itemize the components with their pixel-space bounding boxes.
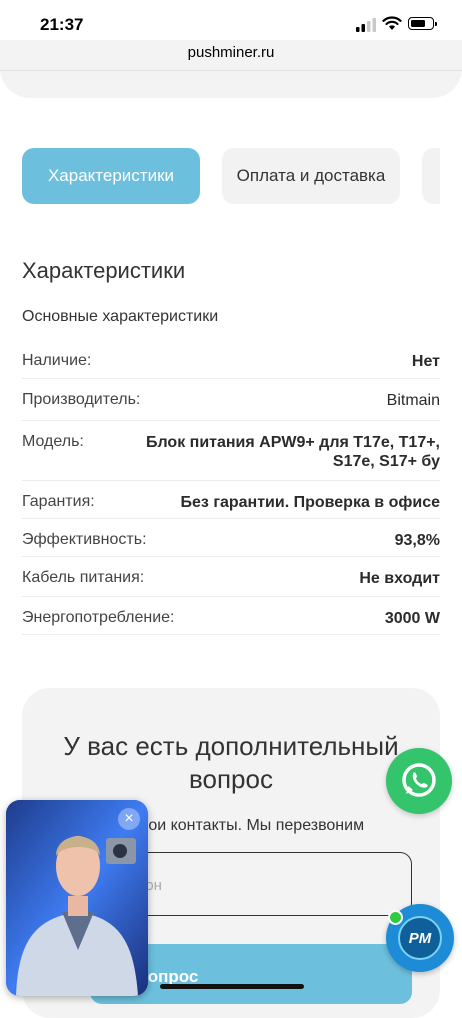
tab-payment-delivery[interactable]: Оплата и доставка	[222, 148, 400, 204]
spec-key: Эффективность:	[22, 531, 147, 548]
pm-logo: PM	[398, 916, 442, 960]
online-indicator	[388, 910, 403, 925]
whatsapp-icon	[402, 763, 436, 797]
pm-chat-button[interactable]: PM	[386, 904, 454, 972]
spec-key: Кабель питания:	[22, 569, 145, 586]
spec-value: 3000 W	[384, 610, 440, 627]
tabs-bar: Характеристики Оплата и доставка	[22, 148, 440, 204]
battery-icon	[408, 17, 437, 30]
status-time: 21:37	[40, 15, 84, 34]
spec-key: Производитель:	[22, 391, 141, 408]
spec-value: Нет	[411, 353, 440, 370]
specs-title: Характеристики	[22, 258, 186, 283]
spec-row-efficiency: Эффективность: 93,8%	[22, 519, 440, 557]
specs-table: Наличие: Нет Производитель: Bitmain Моде…	[22, 340, 440, 635]
url-bar[interactable]: pushminer.ru	[0, 44, 462, 70]
spec-key: Модель:	[22, 433, 84, 450]
spec-key: Гарантия:	[22, 493, 95, 510]
home-indicator	[160, 984, 304, 989]
spec-value: Без гарантии. Проверка в офисе	[180, 494, 440, 511]
spec-value: Bitmain	[386, 392, 440, 409]
status-bar: 21:37	[0, 0, 462, 44]
spec-key: Наличие:	[22, 352, 92, 369]
spec-row-model: Модель: Блок питания APW9+ для T17e, T17…	[22, 421, 440, 481]
spec-row-manufacturer: Производитель: Bitmain	[22, 379, 440, 421]
contact-heading: У вас есть дополнительный вопрос	[63, 731, 399, 794]
tab-more[interactable]	[422, 148, 440, 204]
spec-value: Блок питания APW9+ для T17e, T17+, S17e,…	[145, 434, 440, 470]
signal-icon	[356, 18, 376, 32]
spec-row-availability: Наличие: Нет	[22, 340, 440, 379]
specs-subtitle: Основные характеристики	[22, 308, 219, 325]
close-icon[interactable]: ×	[118, 808, 140, 830]
spec-key: Энергопотребление:	[22, 609, 175, 626]
spec-row-warranty: Гарантия: Без гарантии. Проверка в офисе	[22, 481, 440, 519]
whatsapp-button[interactable]	[386, 748, 452, 814]
spec-row-power-consumption: Энергопотребление: 3000 W	[22, 597, 440, 635]
spec-value: 93,8%	[394, 532, 440, 549]
tab-characteristics[interactable]: Характеристики	[22, 148, 200, 204]
wifi-icon	[382, 16, 402, 30]
video-widget[interactable]: ×	[6, 800, 148, 996]
spec-row-power-cable: Кабель питания: Не входит	[22, 557, 440, 597]
url-divider	[0, 70, 462, 71]
contact-hint: вои контакты. Мы перезвоним	[140, 817, 365, 834]
spec-value: Не входит	[359, 570, 440, 587]
